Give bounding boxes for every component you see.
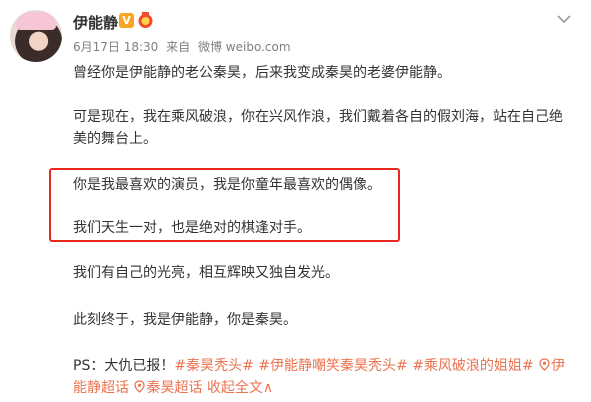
avatar[interactable]	[10, 10, 62, 62]
collapse-label: 收起全文	[206, 380, 263, 396]
post-source[interactable]: 微博 weibo.com	[198, 40, 291, 54]
paragraph-6: 此刻终于，我是伊能静，你是秦昊。	[73, 312, 297, 328]
collapse-text-button[interactable]: 收起全文∧	[207, 380, 273, 396]
source-prefix: 来自	[166, 40, 191, 54]
highlight-annotation-box	[49, 168, 400, 242]
hashtag-link[interactable]: #伊能静嘲笑秦昊秃头#	[258, 358, 407, 374]
super-topic-link[interactable]: 秦昊超话	[133, 380, 202, 396]
medal-icon[interactable]	[137, 12, 154, 29]
paragraph-5: 我们有自己的光亮，相互辉映又独自发光。	[73, 265, 339, 281]
hashtag-link[interactable]: #乘风破浪的姐姐#	[412, 358, 533, 374]
paragraph-1: 曾经你是伊能静的老公秦昊，后来我变成秦昊的老婆伊能静。	[73, 65, 451, 81]
super-topic-label: 秦昊超话	[146, 380, 203, 396]
vip-badge-icon[interactable]: V	[119, 13, 134, 28]
super-topic-icon	[134, 380, 146, 393]
ps-prefix: PS：大仇已报！	[73, 358, 175, 374]
ps-line: PS：大仇已报！#秦昊秃头# #伊能静嘲笑秦昊秃头# #乘风破浪的姐姐# 伊能静…	[73, 355, 573, 399]
paragraph-2: 可是现在，我在乘风破浪，你在兴风作浪，我们戴着各自的假刘海，站在自己绝美的舞台上…	[73, 109, 563, 147]
super-topic-icon	[539, 358, 550, 371]
author-name[interactable]: 伊能静	[73, 12, 118, 33]
hashtag-link[interactable]: #秦昊秃头#	[174, 358, 253, 374]
avatar-hat-shape	[16, 12, 56, 30]
post-meta: 6月17日 18:30 来自 微博 weibo.com	[73, 38, 291, 55]
post-date[interactable]: 6月17日 18:30	[73, 40, 158, 54]
chevron-down-icon[interactable]	[557, 14, 571, 24]
chevron-up-icon: ∧	[262, 380, 274, 396]
